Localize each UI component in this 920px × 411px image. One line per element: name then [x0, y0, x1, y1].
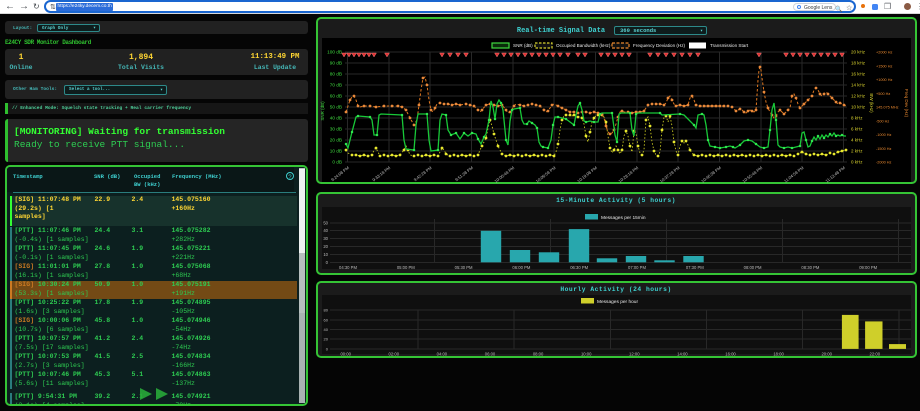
svg-text:00:00: 00:00 [340, 351, 351, 356]
svg-text:+2000 Hz: +2000 Hz [876, 51, 892, 55]
svg-text:10:00: 10:00 [581, 351, 592, 356]
svg-text:02:00: 02:00 [389, 351, 400, 356]
svg-text:18:00: 18:00 [773, 351, 784, 356]
svg-text:4 kHz: 4 kHz [851, 138, 863, 143]
svg-text:8 kHz: 8 kHz [851, 116, 863, 121]
svg-text:06:00: 06:00 [485, 351, 496, 356]
svg-text:20:00: 20:00 [821, 351, 832, 356]
svg-text:Messages per 15min: Messages per 15min [601, 215, 646, 221]
svg-text:22:00: 22:00 [870, 351, 881, 356]
svg-text:07:30 PM: 07:30 PM [686, 265, 704, 270]
svg-text:04:00: 04:00 [437, 351, 448, 356]
svg-text:Frequency Deviation (Hz): Frequency Deviation (Hz) [633, 43, 686, 48]
svg-text:+1500 Hz: +1500 Hz [876, 64, 892, 68]
svg-text:Freq Dev (Hz): Freq Dev (Hz) [904, 89, 909, 118]
svg-text:10 kHz: 10 kHz [851, 105, 866, 110]
svg-text:10 dB: 10 dB [330, 149, 342, 154]
svg-text:12 kHz: 12 kHz [851, 94, 866, 99]
svg-text:40: 40 [323, 228, 328, 233]
svg-text:06:00 PM: 06:00 PM [512, 265, 530, 270]
svg-text:16 kHz: 16 kHz [851, 72, 866, 77]
svg-text:08:00 PM: 08:00 PM [744, 265, 762, 270]
svg-text:16:00: 16:00 [725, 351, 736, 356]
svg-text:20: 20 [323, 244, 328, 249]
svg-text:18 kHz: 18 kHz [851, 61, 866, 66]
svg-text:12:00: 12:00 [629, 351, 640, 356]
svg-text:40 dB: 40 dB [330, 116, 342, 121]
svg-text:145.075 MHz: 145.075 MHz [876, 106, 899, 110]
svg-text:90 dB: 90 dB [330, 61, 342, 66]
svg-text:30 dB: 30 dB [330, 127, 342, 132]
svg-text:06:30 PM: 06:30 PM [570, 265, 588, 270]
svg-text:6 kHz: 6 kHz [851, 127, 863, 132]
svg-text:07:00 PM: 07:00 PM [628, 265, 646, 270]
svg-text:Messages per hour: Messages per hour [597, 299, 638, 305]
svg-text:50: 50 [323, 220, 328, 225]
svg-text:09:00 PM: 09:00 PM [859, 265, 877, 270]
svg-text:SNR (dB): SNR (dB) [513, 43, 533, 48]
svg-text:-500 Hz: -500 Hz [876, 119, 889, 123]
svg-text:30: 30 [323, 236, 328, 241]
svg-text:14:00: 14:00 [677, 351, 688, 356]
svg-text:80: 80 [324, 308, 329, 313]
svg-text:40: 40 [324, 327, 329, 332]
svg-text:-1000 Hz: -1000 Hz [876, 133, 892, 137]
svg-text:20 kHz: 20 kHz [851, 50, 866, 55]
svg-text:80 dB: 80 dB [330, 72, 342, 77]
svg-text:Occupied Bandwidth (kHz): Occupied Bandwidth (kHz) [556, 43, 611, 48]
svg-text:2 kHz: 2 kHz [851, 149, 863, 154]
svg-text:70 dB: 70 dB [330, 83, 342, 88]
svg-text:+500 Hz: +500 Hz [876, 92, 890, 96]
svg-text:50 dB: 50 dB [330, 105, 342, 110]
svg-text:05:00 PM: 05:00 PM [397, 265, 415, 270]
svg-text:Transmission Start: Transmission Start [710, 43, 749, 48]
svg-text:-1500 Hz: -1500 Hz [876, 147, 892, 151]
svg-text:20 dB: 20 dB [330, 138, 342, 143]
svg-text:20: 20 [324, 337, 329, 342]
svg-text:BW (kHz): BW (kHz) [869, 93, 874, 113]
svg-text:04:30 PM: 04:30 PM [339, 265, 357, 270]
svg-text:SNR (dB): SNR (dB) [320, 101, 325, 121]
svg-text:14 kHz: 14 kHz [851, 83, 866, 88]
svg-text:05:30 PM: 05:30 PM [455, 265, 473, 270]
svg-text:100 dB: 100 dB [327, 50, 342, 55]
svg-text:08:30 PM: 08:30 PM [801, 265, 819, 270]
svg-text:60 dB: 60 dB [330, 94, 342, 99]
svg-text:0 dB: 0 dB [332, 160, 342, 165]
svg-text:+1000 Hz: +1000 Hz [876, 78, 892, 82]
svg-text:0 kHz: 0 kHz [851, 160, 863, 165]
svg-text:60: 60 [324, 317, 329, 322]
svg-text:-2000 Hz: -2000 Hz [876, 161, 892, 165]
svg-text:10: 10 [323, 252, 328, 257]
svg-text:08:00: 08:00 [533, 351, 544, 356]
